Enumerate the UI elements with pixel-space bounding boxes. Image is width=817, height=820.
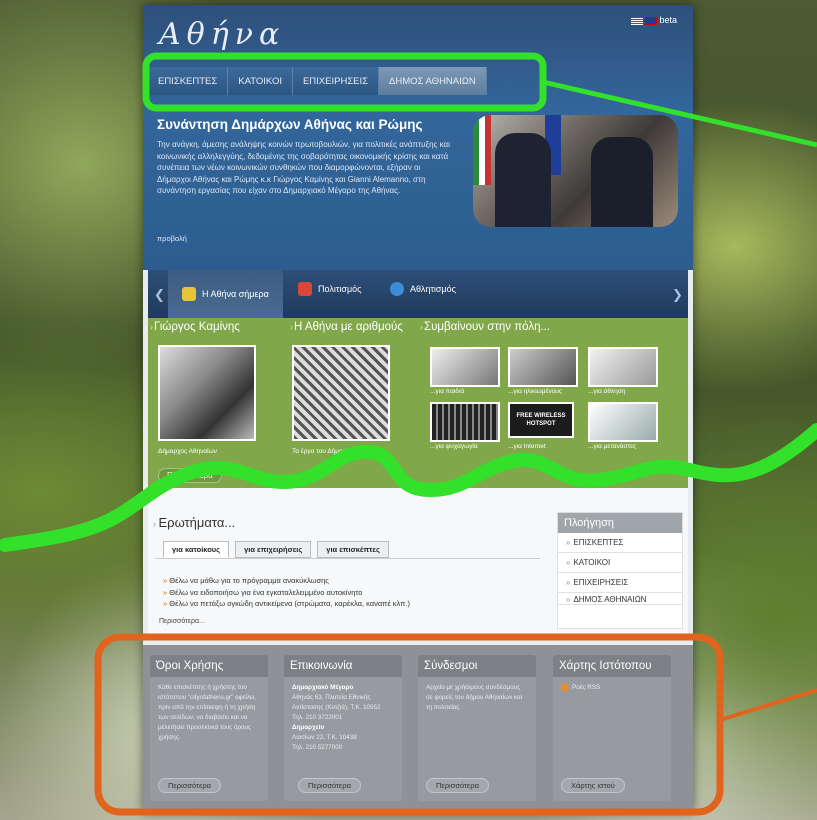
footer-sitemap: Χάρτης Ιστότοπου Ροές RSS Χάρτης ιστού xyxy=(553,655,671,801)
footer-links: Σύνδεσμοι Αρχείο με χρήσιμους συνδέσμους… xyxy=(418,655,536,801)
italian-flag xyxy=(473,115,491,185)
header: Αθήνα beta ΕΠΙΣΚΕΠΤΕΣ ΚΑΤΟΙΚΟΙ ΕΠΙΧΕΙΡΗΣ… xyxy=(143,5,693,270)
greek-flag-icon[interactable] xyxy=(631,16,644,25)
rss-icon xyxy=(561,683,568,691)
mayor-title[interactable]: ›Γιώργος Καμίνης xyxy=(150,321,240,333)
person-left xyxy=(495,133,551,227)
side-nav-item-municipality[interactable]: » ΔΗΜΟΣ ΑΘΗΝΑΙΩΝ xyxy=(558,593,682,605)
side-nav-item-visitors[interactable]: » ΕΠΙΣΚΕΠΤΕΣ xyxy=(558,533,682,553)
side-nav-item-businesses[interactable]: » ΕΠΙΧΕΙΡΗΣΕΙΣ xyxy=(558,573,682,593)
person-right xyxy=(591,137,653,227)
nav-item-businesses[interactable]: ΕΠΙΧΕΙΡΗΣΕΙΣ xyxy=(292,67,380,95)
side-nav-item-residents[interactable]: » ΚΑΤΟΙΚΟΙ xyxy=(558,553,682,573)
passport-photo[interactable] xyxy=(588,402,658,442)
chevron-left-icon[interactable]: ❮ xyxy=(154,287,165,303)
tab-label: Η Αθήνα σήμερα xyxy=(202,289,269,299)
tab-sports[interactable]: Αθλητισμός xyxy=(390,282,456,296)
numbers-caption[interactable]: Τα έργα του Δήμου Αθηναίων xyxy=(292,448,376,455)
sport-caption[interactable]: ...για άθληση xyxy=(588,388,625,395)
links-title[interactable]: Σύνδεσμοι xyxy=(418,655,536,677)
uk-flag-icon[interactable] xyxy=(645,16,658,25)
faq-list: » Θέλω να μάθω για το πρόγραμμα ανακύκλω… xyxy=(163,575,410,610)
faq-tabs: για κατοίκους για επιχειρήσεις για επισκ… xyxy=(163,541,389,558)
tab-label: Αθλητισμός xyxy=(410,284,456,294)
links-text: Αρχείο με χρήσιμους συνδέσμους σε φορείς… xyxy=(426,684,522,711)
nav-item-residents[interactable]: ΚΑΤΟΙΚΟΙ xyxy=(228,67,293,95)
main-nav: ΕΠΙΣΚΕΠΤΕΣ ΚΑΤΟΙΚΟΙ ΕΠΙΧΕΙΡΗΣΕΙΣ ΔΗΜΟΣ Α… xyxy=(148,67,487,95)
events-title[interactable]: ›Συμβαίνουν στην πόλη... xyxy=(420,321,550,333)
language-switch[interactable]: beta xyxy=(631,15,677,25)
nav-item-visitors[interactable]: ΕΠΙΣΚΕΠΤΕΣ xyxy=(148,67,229,95)
wifi-hotspot-badge[interactable]: FREE WIRELESS HOTSPOT xyxy=(508,402,574,438)
rss-link[interactable]: Ροές RSS xyxy=(553,677,671,699)
sport-photo[interactable] xyxy=(588,347,658,387)
beta-label: beta xyxy=(659,15,677,25)
featured-section: ›Γιώργος Καμίνης ›Η Αθήνα με αριθμούς ›Σ… xyxy=(148,318,688,488)
contact-title[interactable]: Επικοινωνία xyxy=(284,655,402,677)
hero-title[interactable]: Συνάντηση Δημάρχων Αθήνας και Ρώμης xyxy=(157,117,422,132)
tab-label: Πολιτισμός xyxy=(318,284,362,294)
tab-athens-today[interactable]: Η Αθήνα σήμερα xyxy=(168,270,283,318)
elderly-caption[interactable]: ...για ηλικιωμένους xyxy=(508,388,562,395)
tab-culture[interactable]: Πολιτισμός xyxy=(298,282,361,296)
more-button[interactable]: Περισσότερα xyxy=(158,468,222,483)
faq-tab-visitors[interactable]: για επισκέπτες xyxy=(317,541,389,558)
hero-view-link[interactable]: προβολή xyxy=(157,234,187,243)
sitemap-button[interactable]: Χάρτης ιστού xyxy=(561,778,625,793)
site-logo[interactable]: Αθήνα xyxy=(159,17,285,52)
numbers-title[interactable]: ›Η Αθήνα με αριθμούς xyxy=(290,321,403,333)
contact-more-button[interactable]: Περισσότερα xyxy=(298,778,361,793)
faq-more-link[interactable]: Περισσότερα... xyxy=(159,618,205,625)
faq-tab-businesses[interactable]: για επιχειρήσεις xyxy=(235,541,312,558)
contact-text: Δημαρχιακό Μέγαρο Αθηνάς 63, Πλατεία Εθν… xyxy=(292,684,381,751)
kids-caption[interactable]: ...για παιδιά xyxy=(430,388,464,395)
terms-more-button[interactable]: Περισσότερα xyxy=(158,778,221,793)
website-frame: Αθήνα beta ΕΠΙΣΚΕΠΤΕΣ ΚΑΤΟΙΚΟΙ ΕΠΙΧΕΙΡΗΣ… xyxy=(143,5,693,813)
sitemap-title[interactable]: Χάρτης Ιστότοπου xyxy=(553,655,671,677)
mayor-photo[interactable] xyxy=(158,345,256,441)
faq-item[interactable]: » Θέλω να ειδοποιήσω για ένα εγκαταλελει… xyxy=(163,587,410,599)
hero-text: Την ανάγκη, άμεσης ανάληψης κοινών πρωτο… xyxy=(157,140,450,195)
faq-tab-residents[interactable]: για κατοίκους xyxy=(163,541,230,558)
faq-item[interactable]: » Θέλω να μάθω για το πρόγραμμα ανακύκλω… xyxy=(163,575,410,587)
category-tabs: ❮ Η Αθήνα σήμερα Πολιτισμός Αθλητισμός ❯ xyxy=(148,270,688,318)
faq-title[interactable]: › Ερωτήματα... xyxy=(153,515,235,530)
hero-photo[interactable] xyxy=(473,115,678,227)
elderly-photo[interactable] xyxy=(508,347,578,387)
side-nav-title: Πλοήγηση xyxy=(558,513,682,533)
culture-icon xyxy=(298,282,312,296)
faq-item[interactable]: » Θέλω να πετάξω ογκώδη αντικείμενα (στρ… xyxy=(163,598,410,610)
mayor-caption[interactable]: Δήμαρχος Αθηναίων xyxy=(158,448,217,455)
ball-icon xyxy=(390,282,404,296)
immigrants-caption[interactable]: ...για μετανάστες xyxy=(588,443,636,450)
entertainment-photo[interactable] xyxy=(430,402,500,442)
terms-title[interactable]: Όροι Χρήσης xyxy=(150,655,268,677)
kids-photo[interactable] xyxy=(430,347,500,387)
links-more-button[interactable]: Περισσότερα xyxy=(426,778,489,793)
numbers-photo[interactable] xyxy=(292,345,390,441)
city-icon xyxy=(182,287,196,301)
divider xyxy=(155,558,540,559)
entertainment-caption[interactable]: ...για ψυχαγωγία xyxy=(430,443,478,450)
terms-text: Κάθε επισκέπτης ή χρήστης του ιστότοπου … xyxy=(158,684,257,741)
footer-terms: Όροι Χρήσης Κάθε επισκέπτης ή χρήστης το… xyxy=(150,655,268,801)
footer: Όροι Χρήσης Κάθε επισκέπτης ή χρήστης το… xyxy=(143,645,693,813)
internet-caption[interactable]: ...για Internet xyxy=(508,443,546,450)
footer-contact: Επικοινωνία Δημαρχιακό Μέγαρο Αθηνάς 63,… xyxy=(284,655,402,801)
side-navigation: Πλοήγηση » ΕΠΙΣΚΕΠΤΕΣ » ΚΑΤΟΙΚΟΙ » ΕΠΙΧΕΙΡΗ… xyxy=(557,512,683,629)
chevron-right-icon[interactable]: ❯ xyxy=(672,287,683,303)
nav-item-municipality[interactable]: ΔΗΜΟΣ ΑΘΗΝΑΙΩΝ xyxy=(379,67,487,95)
